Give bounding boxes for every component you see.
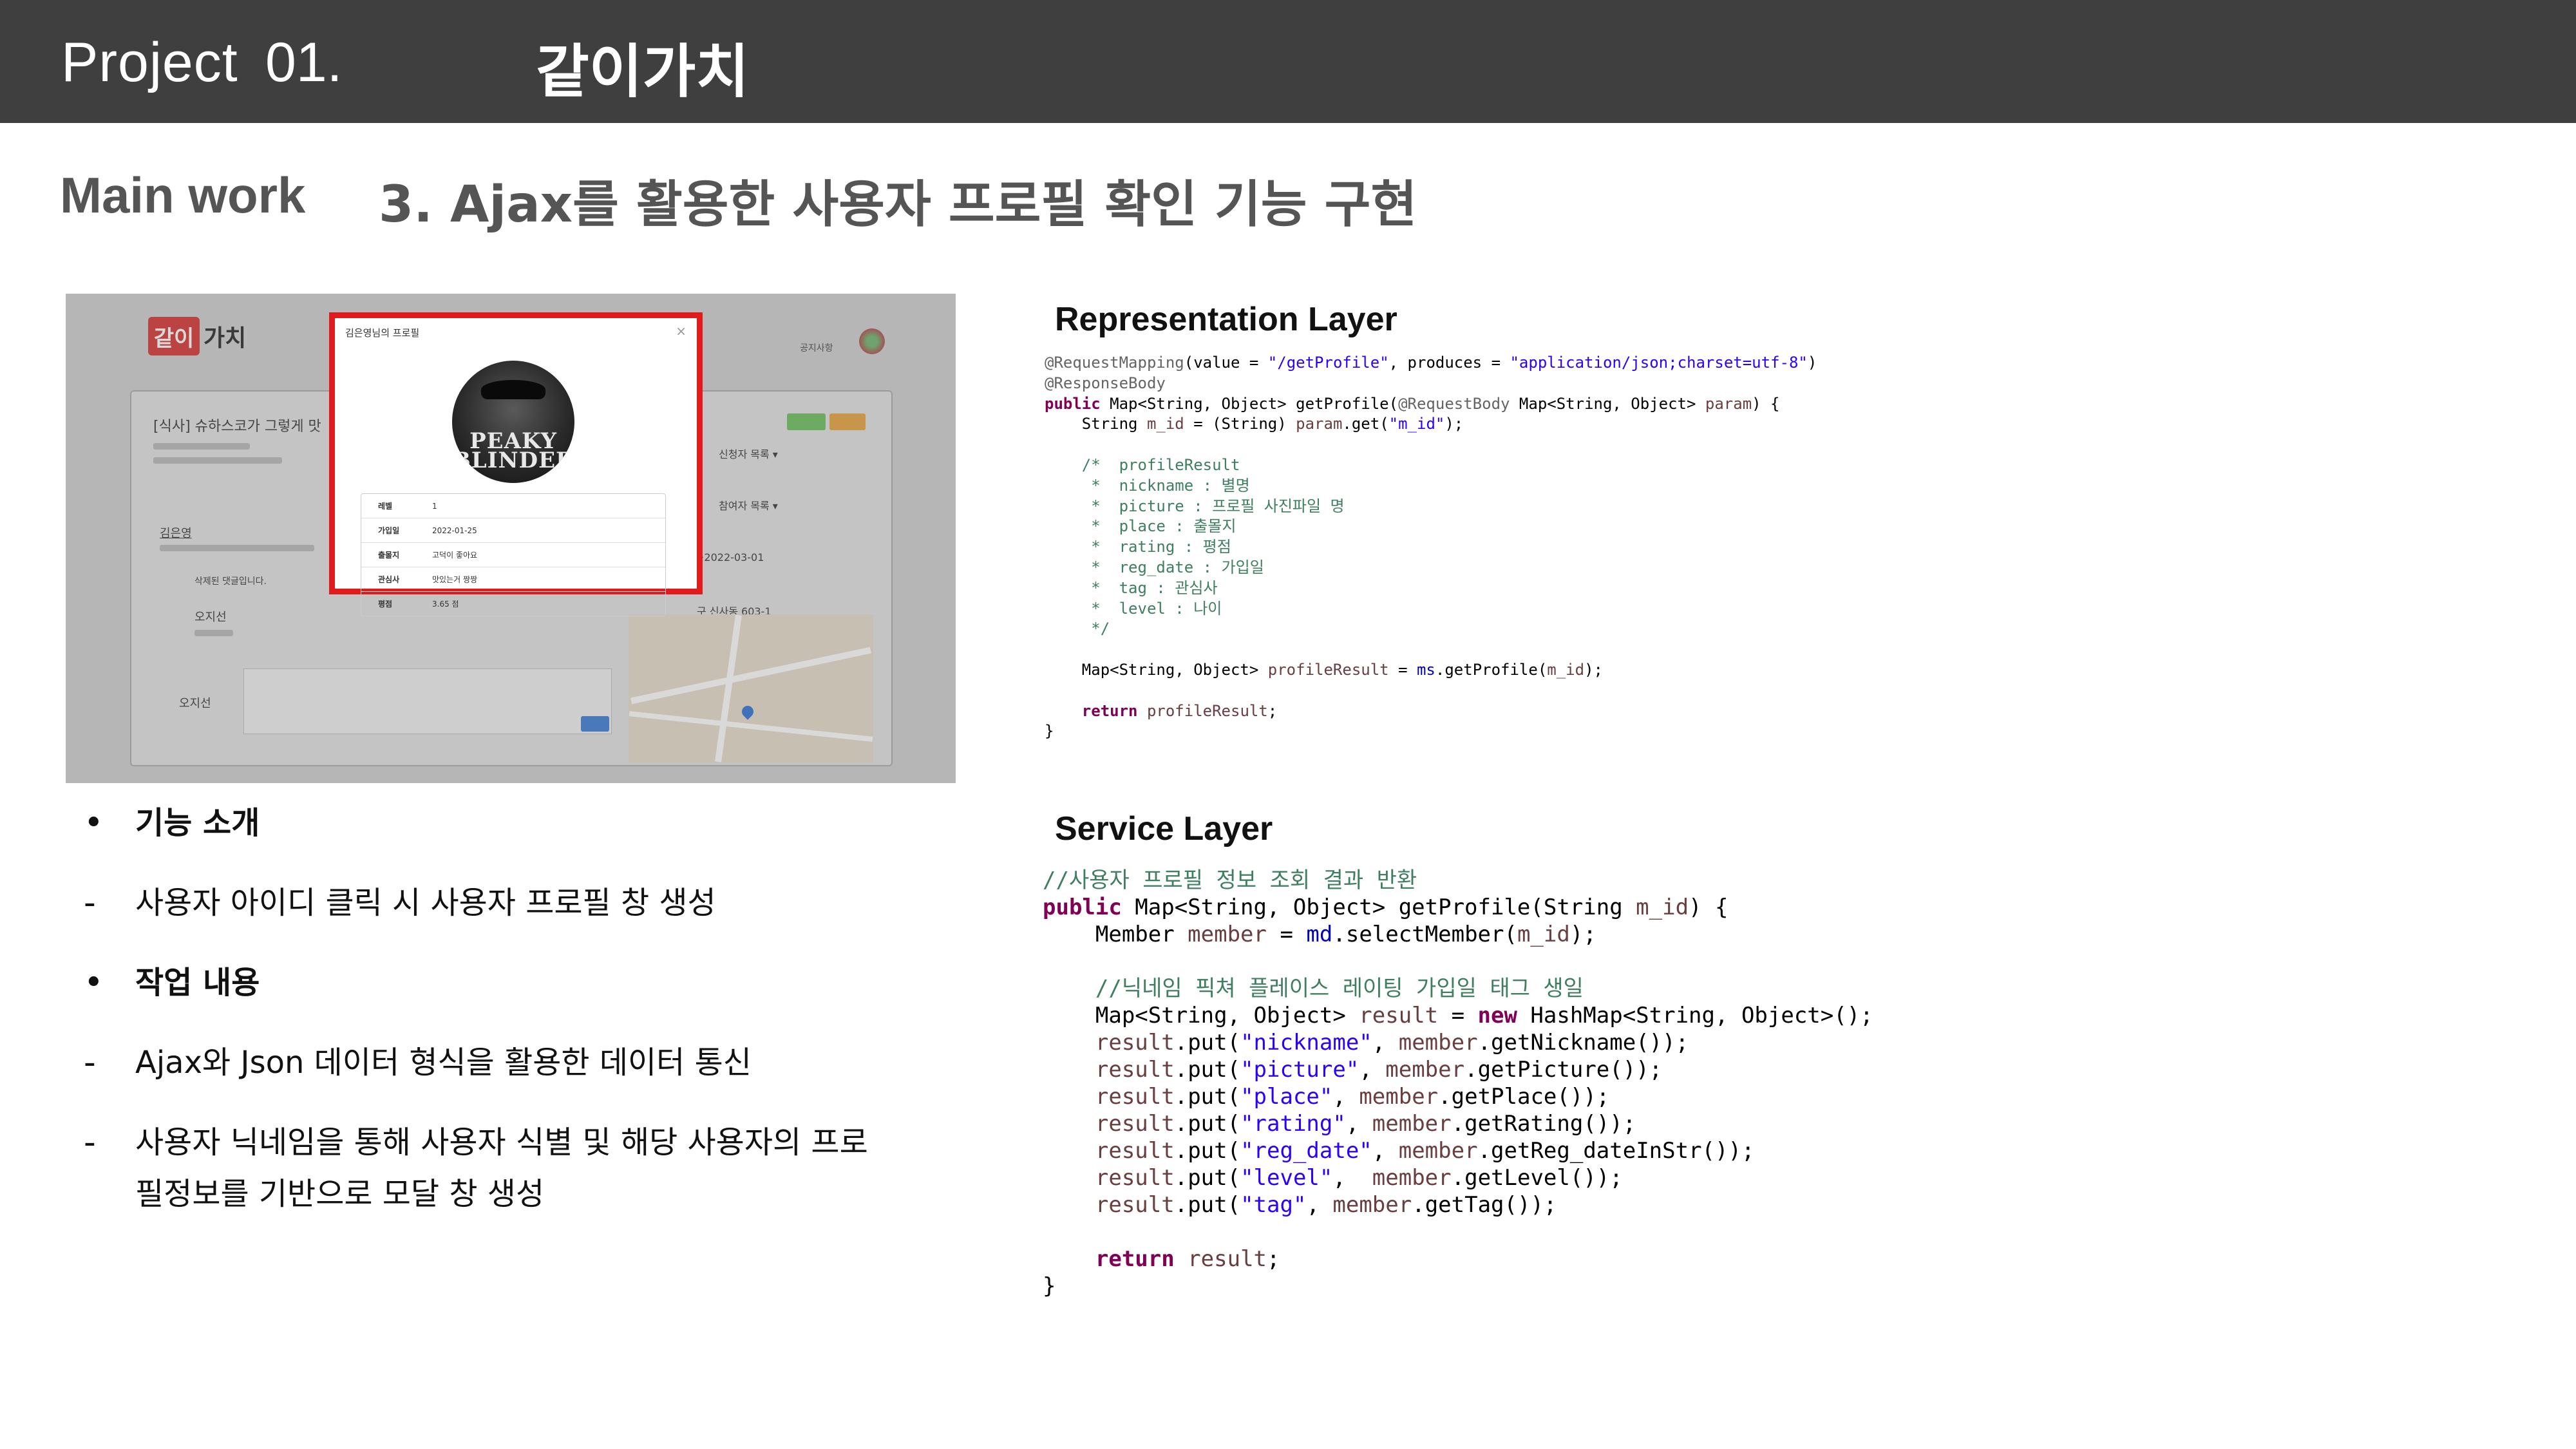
bullet-marker: -: [84, 884, 96, 922]
profile-modal: 김은영님의 프로필 × PEAKY BLINDERS 레벨 1 가입일 2022…: [329, 312, 703, 616]
close-icon[interactable]: ×: [676, 323, 687, 339]
representation-code-block: @RequestMapping(value = "/getProfile", p…: [1045, 354, 1817, 741]
profile-picture-caption: PEAKY BLINDERS: [452, 428, 574, 473]
bullet-work-heading: 작업 내용: [135, 965, 260, 1001]
profile-field-label: 가입일: [378, 526, 400, 535]
service-layer-title: Service Layer: [1055, 810, 1273, 848]
representation-layer-title: Representation Layer: [1055, 301, 1397, 338]
profile-field-value: 3.65 점: [432, 600, 459, 609]
app-screenshot: 같이 가치 공지사항 [식사] 슈하스코가 그렇게 맛 신청자 목록 ▾ 참여자…: [66, 294, 956, 783]
bullet-marker: -: [84, 1043, 96, 1082]
hat-shape: [481, 380, 545, 399]
bullet-work-modal: 사용자 닉네임을 통해 사용자 식별 및 해당 사용자의 프로필정보를 기반으로…: [135, 1124, 868, 1212]
bullet-marker: •: [84, 804, 104, 842]
table-row: 레벨 1: [361, 494, 665, 518]
profile-field-label: 평점: [378, 600, 393, 609]
project-number: 01.: [265, 32, 343, 93]
profile-info-table: 레벨 1 가입일 2022-01-25 출몰지 고덕이 좋아요 관심사 맛있는거…: [361, 493, 666, 616]
profile-field-label: 출몰지: [378, 551, 400, 560]
profile-modal-title: 김은영님의 프로필: [345, 327, 420, 339]
table-row: 출몰지 고덕이 좋아요: [361, 543, 665, 567]
section-label: Main work: [60, 167, 306, 223]
table-row: 가입일 2022-01-25: [361, 518, 665, 543]
table-row: 평점 3.65 점: [361, 592, 665, 616]
profile-field-value: 2022-01-25: [432, 526, 477, 535]
profile-picture: PEAKY BLINDERS: [452, 361, 574, 483]
bullet-feature-heading: 기능 소개: [135, 805, 260, 841]
bullet-work-ajax: Ajax와 Json 데이터 형식을 활용한 데이터 통신: [135, 1045, 752, 1081]
profile-field-label: 레벨: [378, 502, 393, 511]
profile-field-value: 맛있는거 짱짱: [432, 575, 478, 584]
bullet-feature-desc: 사용자 아이디 클릭 시 사용자 프로필 창 생성: [135, 885, 716, 921]
bullet-marker: •: [84, 963, 104, 1002]
project-label: Project: [61, 32, 238, 93]
service-code-block: //사용자 프로필 정보 조회 결과 반환 public Map<String,…: [1043, 867, 1873, 1299]
section-title: 3. Ajax를 활용한 사용자 프로필 확인 기능 구현: [379, 176, 1417, 234]
profile-field-label: 관심사: [378, 575, 400, 584]
bullet-marker: -: [84, 1123, 96, 1162]
profile-field-value: 1: [432, 501, 437, 511]
project-name: 같이가치: [536, 38, 750, 106]
profile-field-value: 고덕이 좋아요: [432, 551, 478, 560]
table-row: 관심사 맛있는거 짱짱: [361, 567, 665, 592]
header-bar: Project 01. 같이가치: [0, 0, 2576, 123]
